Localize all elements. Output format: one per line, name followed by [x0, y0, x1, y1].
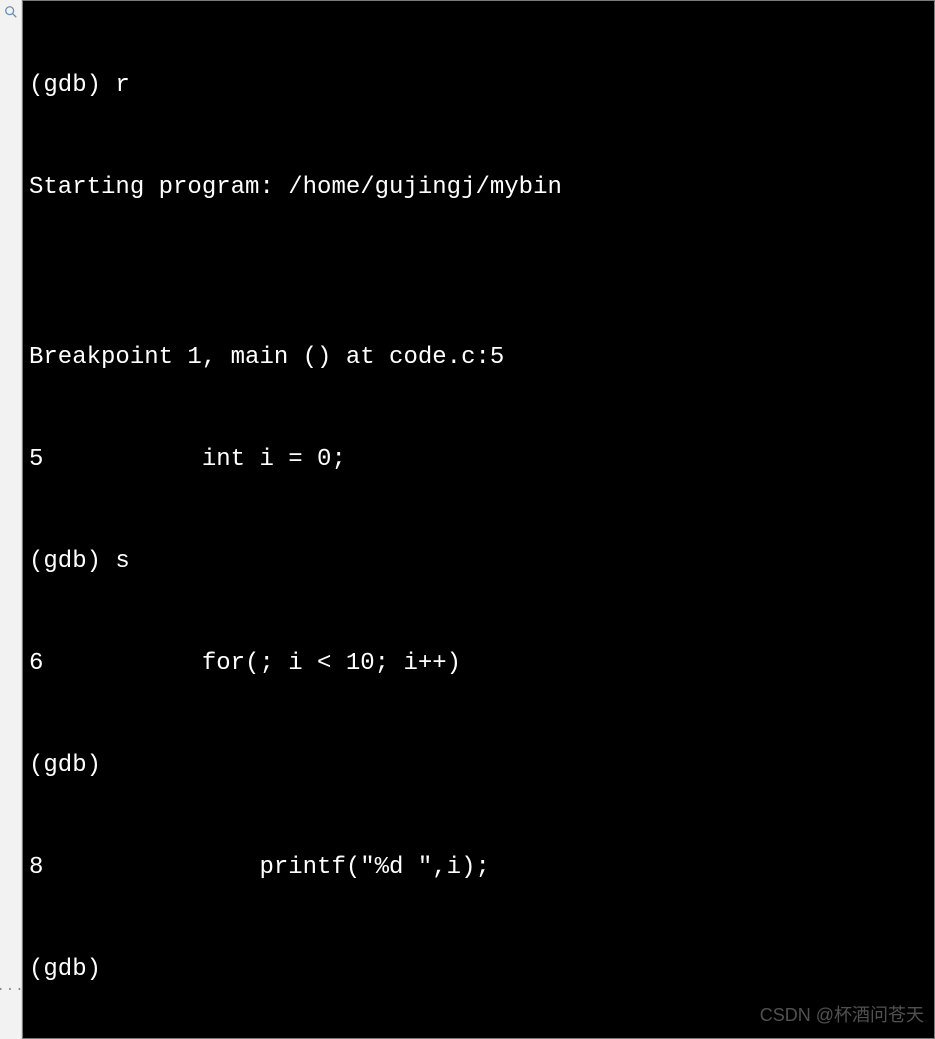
watermark: CSDN @杯酒问苍天 — [760, 998, 924, 1032]
terminal-line: (gdb) s — [29, 545, 928, 579]
terminal-line: Starting program: /home/gujingj/mybin — [29, 171, 928, 205]
terminal-line: 6 for(; i < 10; i++) — [29, 647, 928, 681]
terminal-line: (gdb) r — [29, 69, 928, 103]
terminal-line: 5 int i = 0; — [29, 443, 928, 477]
terminal-line: 8 printf("%d ",i); — [29, 851, 928, 885]
terminal-line: Breakpoint 1, main () at code.c:5 — [29, 341, 928, 375]
terminal-line: (gdb) — [29, 953, 928, 987]
search-icon[interactable] — [3, 4, 19, 20]
gdb-terminal[interactable]: (gdb) r Starting program: /home/gujingj/… — [22, 0, 935, 1039]
terminal-line: (gdb) — [29, 749, 928, 783]
left-gutter: ... — [0, 0, 22, 1039]
gutter-ellipsis: ... — [0, 979, 25, 995]
